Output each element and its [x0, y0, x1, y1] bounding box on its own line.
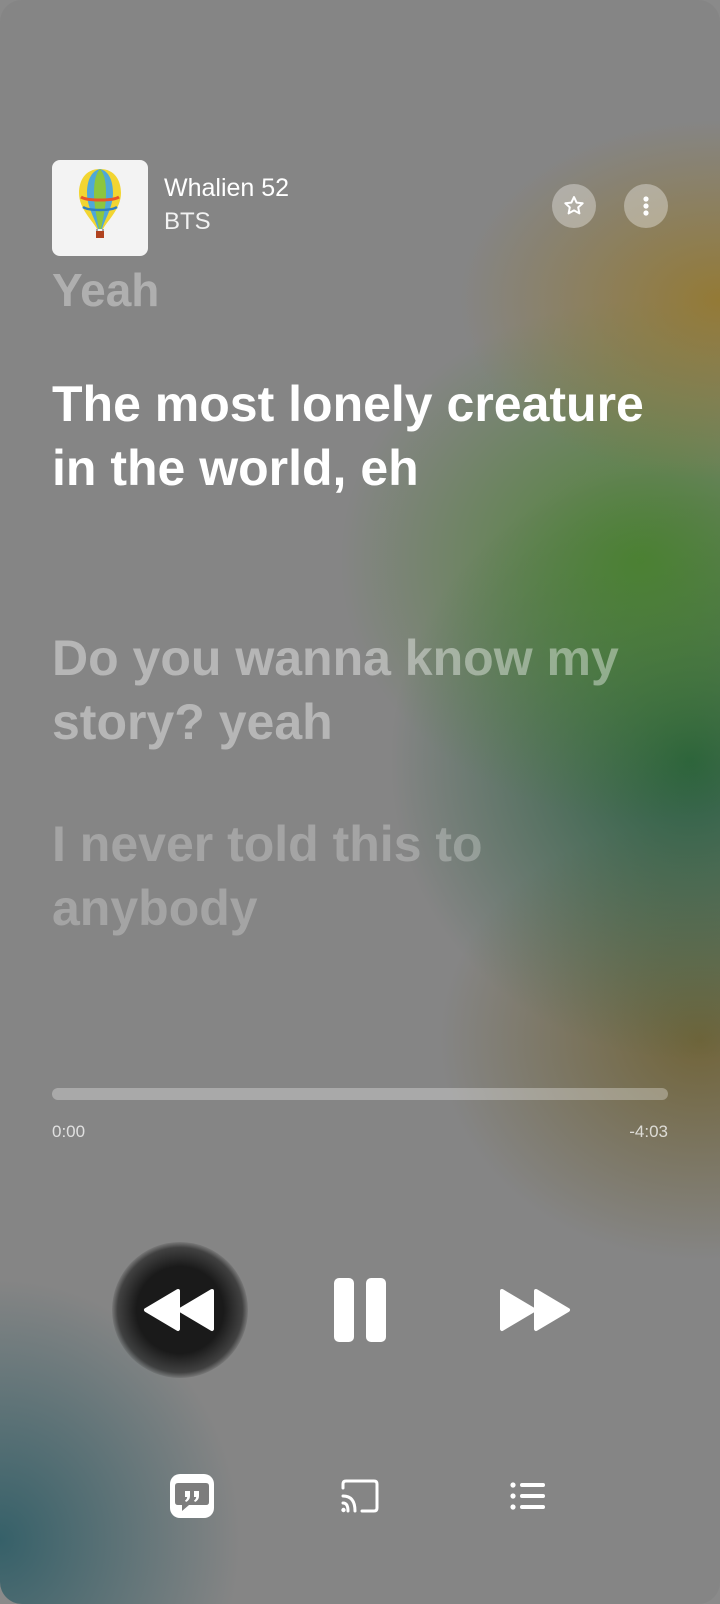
lyric-line-upcoming[interactable]: I never told this to anybody: [52, 812, 680, 940]
more-vertical-icon: [643, 196, 649, 216]
album-art[interactable]: [52, 160, 148, 256]
rewind-button[interactable]: [112, 1242, 248, 1378]
rewind-icon: [144, 1289, 214, 1331]
pause-icon: [334, 1278, 386, 1342]
hot-air-balloon-icon: [79, 169, 121, 238]
lyrics-quote-icon: [170, 1474, 214, 1518]
elapsed-time: 0:00: [52, 1122, 86, 1141]
track-artist[interactable]: BTS: [164, 208, 211, 236]
lyrics-button[interactable]: [164, 1468, 220, 1524]
lyric-line-next[interactable]: Do you wanna know my story? yeah: [52, 626, 680, 754]
remaining-time: -4:03: [629, 1122, 668, 1141]
lyric-line-current[interactable]: The most lonely creature in the world, e…: [52, 372, 680, 500]
lyric-line-previous[interactable]: Yeah: [52, 258, 159, 322]
playback-progress-bar[interactable]: [52, 1088, 668, 1100]
pause-button[interactable]: [320, 1270, 400, 1350]
star-icon: [564, 196, 584, 215]
favorite-button[interactable]: [552, 184, 596, 228]
fast-forward-button[interactable]: [492, 1270, 576, 1350]
more-options-button[interactable]: [624, 184, 668, 228]
queue-list-icon: [510, 1482, 545, 1510]
cast-icon: [341, 1479, 379, 1513]
playback-controls: [0, 1242, 720, 1378]
queue-button[interactable]: [500, 1468, 556, 1524]
track-header: Whalien 52 BTS: [52, 160, 668, 256]
fast-forward-icon: [500, 1289, 570, 1331]
bottom-toolbar: [0, 1468, 720, 1528]
cast-button[interactable]: [332, 1468, 388, 1524]
track-title: Whalien 52: [164, 174, 290, 202]
